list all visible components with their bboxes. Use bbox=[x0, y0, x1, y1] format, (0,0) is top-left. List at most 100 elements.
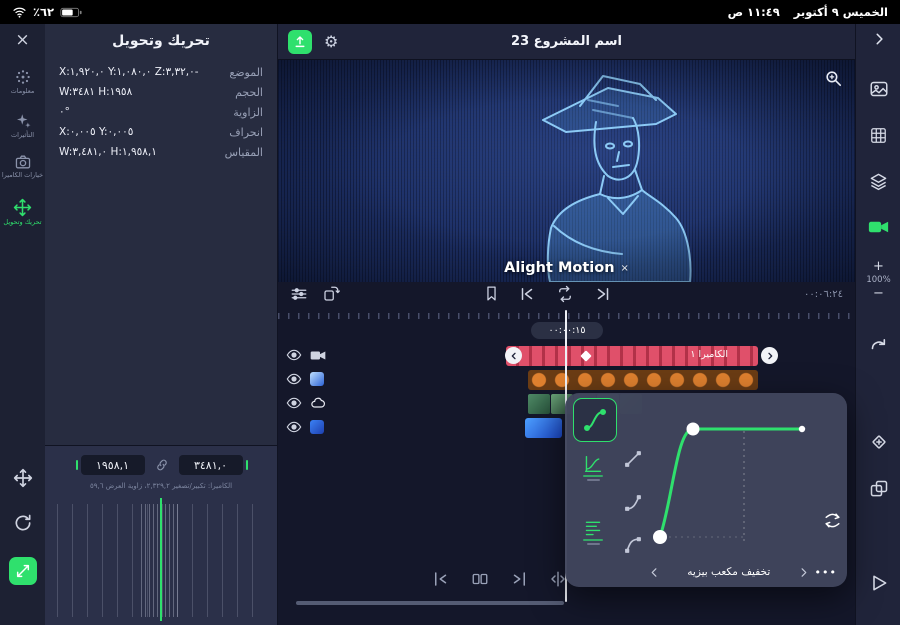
trim-end-button[interactable] bbox=[504, 567, 534, 591]
property-label: المقياس bbox=[224, 145, 263, 159]
easing-library-list[interactable] bbox=[577, 519, 609, 545]
next-keyframe-button[interactable] bbox=[594, 285, 612, 303]
scale-icon bbox=[8, 557, 37, 585]
property-row[interactable]: الموضع X:١,٩٢٠,٠ Y:١,٠٨٠,٠ Z:٣,٣٢,٠- bbox=[45, 62, 277, 82]
camera-track-icon[interactable] bbox=[310, 349, 326, 362]
height-value-field[interactable]: ١٩٥٨,١ bbox=[75, 455, 145, 475]
more-options-button[interactable]: ••• bbox=[815, 566, 837, 579]
media-panel-button[interactable] bbox=[856, 80, 900, 98]
property-row[interactable]: الحجم W:٣٤٨١ H:١٩٥٨ bbox=[45, 82, 277, 102]
project-header: ⚙ اسم المشروع 23 bbox=[278, 24, 855, 60]
trim-start-button[interactable] bbox=[426, 567, 456, 591]
easing-name: تخفيف مكعب بيزيه bbox=[687, 566, 771, 578]
rail-item-info[interactable]: معلومات bbox=[0, 68, 45, 95]
sparkle-icon bbox=[14, 112, 32, 130]
play-button[interactable] bbox=[856, 573, 900, 593]
height-value: ١٩٥٨,١ bbox=[95, 458, 130, 472]
eye-icon[interactable] bbox=[286, 396, 302, 410]
info-dots-icon bbox=[14, 68, 32, 86]
curve-end-point[interactable] bbox=[798, 425, 806, 433]
battery-icon bbox=[60, 7, 82, 18]
watermark-close-button[interactable]: × bbox=[621, 263, 629, 274]
eye-icon[interactable] bbox=[286, 372, 302, 386]
rail-item-effects[interactable]: التأثيرات bbox=[0, 112, 45, 139]
shape-layer-icon[interactable] bbox=[310, 420, 324, 434]
canvas-vignette bbox=[278, 60, 855, 282]
zoom-level: 100% bbox=[866, 275, 891, 285]
export-button[interactable] bbox=[288, 29, 312, 54]
shape-clip[interactable] bbox=[525, 418, 562, 438]
easing-preset-linear[interactable] bbox=[623, 449, 645, 471]
property-row[interactable]: انحراف X:٠,٠٠٥ Y:٠,٠٠٥ bbox=[45, 122, 277, 142]
property-value: ٠° bbox=[59, 106, 70, 118]
previous-keyframe-button[interactable] bbox=[518, 285, 536, 303]
camera-clip[interactable]: الكاميرا ١ bbox=[506, 346, 758, 366]
curve-start-handle[interactable] bbox=[653, 530, 667, 544]
rail-item-move-transform[interactable]: تحريك وتحويل bbox=[0, 198, 45, 226]
next-easing-button[interactable] bbox=[798, 567, 809, 578]
easing-preset-selected[interactable] bbox=[573, 398, 617, 442]
rotate-view-icon[interactable] bbox=[322, 285, 340, 303]
move-tool-button[interactable] bbox=[0, 468, 45, 488]
collapse-sidebar-button[interactable] bbox=[856, 32, 900, 46]
zoom-control: + 100% − bbox=[856, 260, 900, 300]
value-scrubber[interactable] bbox=[57, 498, 265, 621]
add-keyframe-button[interactable] bbox=[856, 432, 900, 452]
timeline-options-icon[interactable] bbox=[290, 285, 308, 303]
property-value: X:٠,٠٠٥ Y:٠,٠٠٥ bbox=[59, 126, 134, 138]
layers-panel-button[interactable] bbox=[856, 172, 900, 191]
close-icon: × bbox=[15, 30, 30, 50]
property-value: W:٣٤٨١ H:١٩٥٨ bbox=[59, 86, 133, 98]
total-duration: ٠٠:٠٦:٢٤ bbox=[804, 289, 843, 300]
eye-icon[interactable] bbox=[286, 348, 302, 362]
rail-item-camera-options[interactable]: خيارات الكاميرا bbox=[0, 154, 45, 179]
flip-curve-icon[interactable] bbox=[823, 511, 842, 530]
blend-overlap-button[interactable] bbox=[856, 479, 900, 499]
drawing-layer-icon[interactable] bbox=[310, 397, 326, 409]
preview-canvas[interactable]: Alight Motion × bbox=[278, 60, 855, 282]
zoom-in-button[interactable]: + bbox=[856, 260, 900, 273]
timeline-scrollbar[interactable] bbox=[296, 601, 564, 605]
watermark: Alight Motion × bbox=[278, 260, 855, 276]
duplicate-button[interactable] bbox=[465, 567, 495, 591]
eye-icon[interactable] bbox=[286, 420, 302, 434]
curve-mid-handle[interactable] bbox=[686, 422, 700, 436]
keyframe-diamond[interactable] bbox=[580, 350, 592, 362]
bookmark-icon[interactable] bbox=[483, 285, 500, 302]
easing-preset-ease-in[interactable] bbox=[623, 493, 645, 515]
redo-button[interactable] bbox=[856, 337, 900, 355]
frames-clip[interactable] bbox=[528, 370, 758, 390]
zoom-preview-icon[interactable] bbox=[824, 69, 843, 88]
camera-mode-button[interactable] bbox=[856, 219, 900, 235]
easing-preset-ease-out[interactable] bbox=[623, 535, 645, 557]
loop-button[interactable] bbox=[556, 285, 574, 303]
close-panel-button[interactable]: × bbox=[0, 30, 45, 50]
property-row[interactable]: المقياس W:٣,٤٨١,٠ H:١,٩٥٨,١ bbox=[45, 142, 277, 162]
right-sidebar: + 100% − bbox=[855, 24, 900, 625]
clip-left-handle[interactable] bbox=[505, 347, 522, 364]
status-date: الخميس ٩ أكتوبر bbox=[793, 5, 888, 19]
link-dimensions-icon[interactable] bbox=[155, 458, 169, 472]
easing-footer: تخفيف مكعب بيزيه ••• bbox=[649, 563, 837, 581]
rail-label: خيارات الكاميرا bbox=[1, 171, 44, 179]
adjust-tick bbox=[245, 460, 248, 470]
easing-library-curves[interactable] bbox=[577, 455, 609, 481]
rotate-tool-button[interactable] bbox=[0, 513, 45, 533]
settings-gear-icon[interactable]: ⚙ bbox=[324, 32, 338, 51]
prev-easing-button[interactable] bbox=[649, 567, 660, 578]
property-row[interactable]: الزاوية ٠° bbox=[45, 102, 277, 122]
bezier-curve-graph[interactable] bbox=[649, 401, 835, 549]
camera-caption: الكاميرا: تكبير/تصغير ٢,٣٢٩,٢، زاوية الع… bbox=[89, 482, 233, 490]
status-bar: ٪٦٢ الخميس ٩ أكتوبر ١١:٤٩ ص bbox=[0, 0, 900, 24]
gradient-layer-icon[interactable] bbox=[310, 372, 324, 386]
property-value: W:٣,٤٨١,٠ H:١,٩٥٨,١ bbox=[59, 146, 157, 158]
clip-right-handle[interactable] bbox=[761, 347, 778, 364]
width-value-field[interactable]: ٣٤٨١,٠ bbox=[178, 455, 248, 475]
rail-label: تحريك وتحويل bbox=[3, 218, 42, 226]
export-up-arrow-icon bbox=[293, 35, 307, 49]
zoom-out-button[interactable]: − bbox=[856, 287, 900, 300]
grid-panel-button[interactable] bbox=[856, 126, 900, 145]
scale-tool-button[interactable] bbox=[0, 557, 45, 585]
property-label: انحراف bbox=[229, 125, 263, 139]
rail-label: التأثيرات bbox=[10, 131, 34, 139]
